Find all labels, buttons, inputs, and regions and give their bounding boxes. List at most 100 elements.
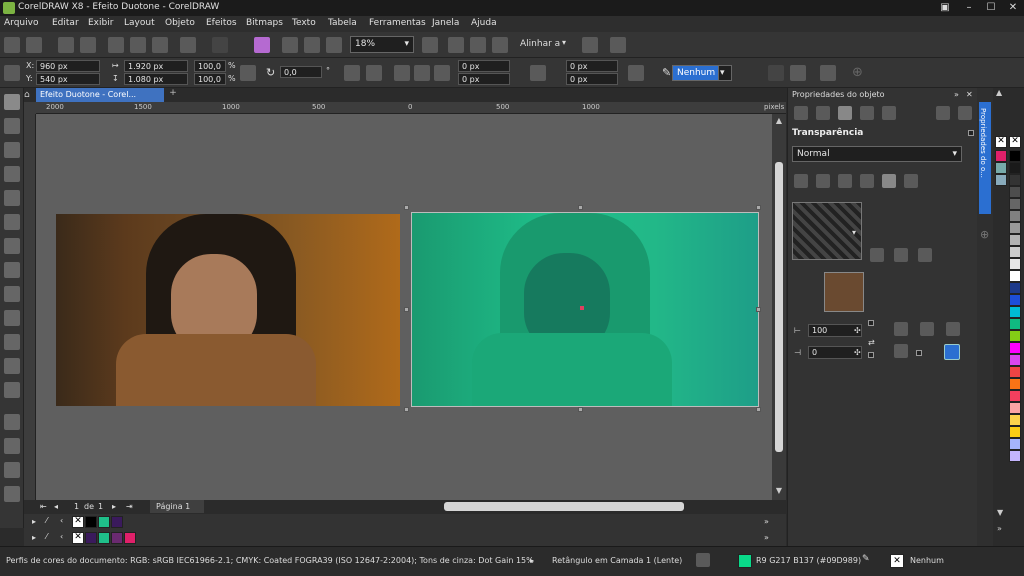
menu-editar[interactable]: Editar [52,18,79,28]
color-swatch-green[interactable] [1009,318,1021,330]
drawing-canvas[interactable] [36,114,772,500]
color-swatch-gray90[interactable] [1009,162,1021,174]
color-swatch-slate[interactable] [995,162,1007,174]
outline-tab-icon[interactable] [794,106,808,120]
previous-page-icon[interactable]: ◂ [54,502,58,511]
color-swatch-gray60[interactable] [1009,198,1021,210]
mirror-vertical-icon[interactable] [366,65,382,81]
x-position-field[interactable]: 960 px [36,60,100,72]
vector-pattern-transparency-icon[interactable] [860,174,874,188]
horizontal-scroll-thumb[interactable] [444,502,684,511]
object-origin-icon[interactable] [4,65,20,81]
color-swatch-lilac[interactable] [1009,450,1021,462]
freehand-tool-icon[interactable] [4,190,20,206]
chevron-down-icon[interactable]: ▾ [852,228,856,237]
mirror-horizontal-icon[interactable] [344,65,360,81]
expand-palette-icon[interactable]: » [764,533,769,542]
link-icon[interactable]: ⇄ [868,338,875,347]
chevron-down-icon[interactable]: ▾ [562,38,566,47]
section-toggle[interactable] [968,130,974,136]
close-button[interactable]: ✕ [1002,0,1024,16]
export-icon[interactable] [304,37,320,53]
document-tab[interactable]: Efeito Duotone - Corel... [36,88,164,102]
publish-pdf-icon[interactable] [326,37,342,53]
lock-ratio-icon[interactable] [240,65,256,81]
scalloped-corner-icon[interactable] [414,65,430,81]
bitmap-tab-icon[interactable] [882,106,896,120]
selection-handle[interactable] [578,205,583,210]
show-grid-icon[interactable] [470,37,486,53]
color-swatch-white[interactable] [1009,270,1021,282]
menu-arquivo[interactable]: Arquivo [4,18,38,28]
scroll-down-icon[interactable]: ▼ [774,486,784,496]
smart-fill-tool-icon[interactable] [4,462,20,478]
selection-handle[interactable] [756,307,761,312]
menu-texto[interactable]: Texto [292,18,316,28]
print-icon[interactable] [80,37,96,53]
add-docker-icon[interactable]: ⊕ [980,228,989,241]
artistic-media-tool-icon[interactable] [4,214,20,230]
full-screen-icon[interactable] [422,37,438,53]
fill-tab-icon[interactable] [816,106,830,120]
vertical-scrollbar[interactable]: ▲ ▼ [772,114,786,500]
color-swatch-blue[interactable] [1009,294,1021,306]
y-position-field[interactable]: 540 px [36,73,100,85]
color-swatch-salmon[interactable] [1009,402,1021,414]
new-document-icon[interactable] [4,37,20,53]
ruler-corner[interactable] [24,102,36,114]
relative-corner-scaling-icon[interactable] [628,65,644,81]
edit-transparency-icon[interactable] [944,344,960,360]
panel-close-icon[interactable]: ✕ [966,90,973,99]
selection-handle[interactable] [404,307,409,312]
quick-customize-icon[interactable] [4,486,20,502]
vertical-ruler[interactable] [24,114,36,500]
add-icon[interactable]: ⊕ [852,65,863,80]
no-color-swatch[interactable]: ✕ [72,532,84,544]
chevron-down-icon[interactable]: ▾ [718,65,732,81]
page-tab[interactable]: Página 1 [150,500,204,513]
color-swatch-purple[interactable] [111,516,123,528]
color-swatch-orange[interactable] [1009,378,1021,390]
open-icon[interactable] [26,37,42,53]
height-field[interactable]: 1.080 px [124,73,188,85]
minimize-button[interactable]: – [958,0,980,16]
horizontal-ruler[interactable]: 2000 1500 1000 500 0 500 1000 pixels [36,102,786,114]
color-swatch-lavender[interactable] [1009,438,1021,450]
fill-indicator-icon[interactable] [696,553,710,567]
restore-docker-icon[interactable]: ▣ [934,0,956,16]
corner-radius-bottom-left-field[interactable]: 0 px [458,73,510,85]
align-snap-button[interactable]: Alinhar a [520,39,560,49]
selection-handle[interactable] [578,407,583,412]
color-swatch-black[interactable] [1009,150,1021,162]
corner-radius-bottom-right-field[interactable]: 0 px [566,73,618,85]
import-icon[interactable] [282,37,298,53]
rectangle-tool-icon[interactable] [4,238,20,254]
color-swatch-violet[interactable] [111,532,123,544]
mirror-tiles-icon[interactable] [920,322,934,336]
color-swatch-pink[interactable] [995,150,1007,162]
home-icon[interactable]: ⌂ [24,90,34,100]
pattern-transparency-icon[interactable] [870,248,884,262]
outline-pen-icon[interactable]: ✎ [862,554,872,568]
paste-icon[interactable] [152,37,168,53]
menu-layout[interactable]: Layout [124,18,155,28]
new-tab-icon[interactable]: + [166,88,180,102]
scroll-left-icon[interactable]: ‹ [60,532,63,541]
color-swatch-rose[interactable] [1009,390,1021,402]
blend-mode-dropdown[interactable]: Normal ▾ [792,146,962,162]
eyedropper-icon[interactable]: ⁄ [46,516,47,525]
panel-collapse-icon[interactable]: » [954,90,959,99]
multi-panel-icon[interactable] [958,106,972,120]
first-page-icon[interactable]: ⇤ [40,502,47,511]
option-checkbox[interactable] [868,352,874,358]
single-panel-icon[interactable] [936,106,950,120]
menu-janela[interactable]: Janela [432,18,459,28]
text-tool-icon[interactable] [4,310,20,326]
next-page-icon[interactable]: ▸ [112,502,116,511]
pan-tool-icon[interactable] [4,166,20,182]
last-page-icon[interactable]: ⇥ [126,502,133,511]
width-field[interactable]: 1.920 px [124,60,188,72]
color-swatch-gray30[interactable] [1009,234,1021,246]
pick-tool-icon[interactable] [4,94,20,110]
round-corner-icon[interactable] [394,65,410,81]
